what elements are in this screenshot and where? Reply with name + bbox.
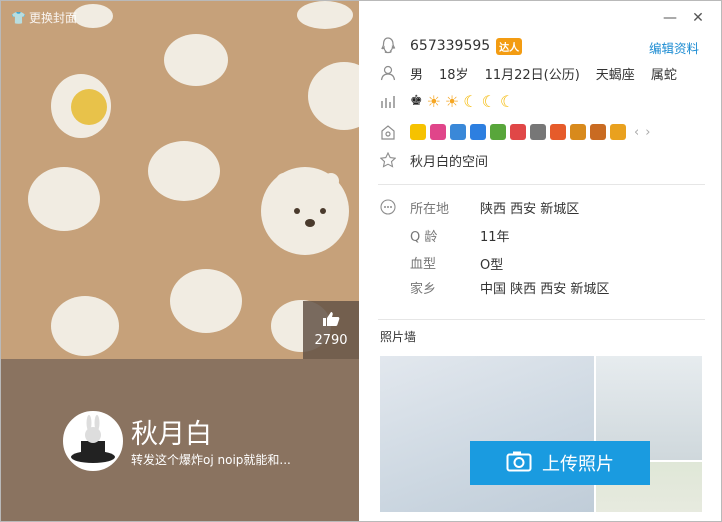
star-icon [378, 150, 398, 170]
shirt-icon: 👕 [11, 10, 26, 25]
services-row: ‹ › [378, 121, 650, 143]
game-service-icon[interactable] [570, 124, 586, 140]
qq-number: 657339595 [410, 38, 491, 54]
avatar[interactable] [63, 411, 123, 471]
chevron-right-icon[interactable]: › [645, 125, 650, 140]
location-row [378, 196, 410, 218]
divider [378, 319, 705, 320]
birthday: 11月22日(公历) [484, 67, 580, 83]
cover-panel: 👕 更换封面 2790 秋月白 转发这个爆炸oj noip就能和... [1, 1, 359, 521]
sun-icon: ☀ [444, 91, 460, 111]
level-row: ♚ ☀ ☀ ☾ ☾ ☾ [378, 90, 514, 112]
hometown-label: 家乡 [410, 282, 437, 297]
info-panel: — ✕ 657339595 达人 编辑资料 男 18岁 11月22日(公历) 天… [360, 1, 721, 521]
like-count: 2790 [314, 333, 348, 348]
qq-row: 657339595 达人 [378, 35, 523, 57]
cow-service-icon[interactable] [530, 124, 546, 140]
change-cover-button[interactable]: 👕 更换封面 [11, 9, 77, 26]
qq-level[interactable]: ♚ ☀ ☀ ☾ ☾ ☾ [410, 92, 514, 111]
close-icon[interactable]: ✕ [689, 9, 707, 27]
constellation: 天蝎座 [595, 67, 635, 83]
photo-wall: 上传照片 [380, 356, 702, 512]
person-icon [378, 63, 398, 83]
eye-service-icon[interactable] [510, 124, 526, 140]
location-value: 陕西 西安 新城区 [480, 202, 580, 217]
moon-icon: ☾ [499, 91, 515, 111]
star-service-icon[interactable] [410, 124, 426, 140]
more-icon[interactable] [378, 197, 398, 217]
level-icon [378, 91, 398, 111]
farm-service-icon[interactable] [490, 124, 506, 140]
like-button[interactable]: 2790 [303, 301, 359, 359]
qq-penguin-icon [378, 36, 398, 56]
photo-service-icon[interactable] [450, 124, 466, 140]
thumb-up-icon [303, 311, 359, 331]
change-cover-label: 更换封面 [28, 11, 77, 25]
edit-profile-link[interactable]: 编辑资料 [649, 38, 699, 57]
chevron-left-icon[interactable]: ‹ [634, 125, 639, 140]
qage-value: 11年 [480, 230, 510, 245]
vip-badge[interactable]: 达人 [496, 37, 523, 55]
age: 18岁 [439, 67, 469, 83]
basic-info-row: 男 18岁 11月22日(公历) 天蝎座 属蛇 [378, 62, 677, 84]
pet-service-icon[interactable] [590, 124, 606, 140]
gender: 男 [410, 67, 424, 83]
photo-thumbnail[interactable] [380, 356, 594, 512]
avatar-service-icon[interactable] [610, 124, 626, 140]
nickname: 秋月白 [131, 419, 212, 450]
divider [378, 184, 705, 185]
location-label: 所在地 [410, 202, 450, 217]
hometown-value: 中国 陕西 西安 新城区 [480, 282, 610, 297]
camera-icon [506, 450, 532, 477]
blood-type-value: O型 [480, 258, 504, 273]
space-row[interactable]: 秋月白的空间 [378, 149, 488, 171]
service-icons [410, 124, 626, 140]
signature[interactable]: 转发这个爆炸oj noip就能和... [131, 451, 291, 468]
crown-icon: ♚ [410, 93, 423, 109]
moon-icon: ☾ [463, 91, 478, 111]
services-icon [378, 122, 398, 142]
minimize-icon[interactable]: — [661, 9, 679, 27]
upload-photo-label: 上传照片 [542, 454, 614, 475]
qzone-link[interactable]: 秋月白的空间 [410, 151, 488, 170]
sun-icon: ☀ [426, 91, 441, 111]
shield-service-icon[interactable] [470, 124, 486, 140]
zodiac: 属蛇 [650, 67, 677, 83]
qage-label: Q 龄 [410, 230, 438, 245]
profile-window: 👕 更换封面 2790 秋月白 转发这个爆炸oj noip就能和... — ✕ … [0, 0, 722, 522]
app-service-icon[interactable] [430, 124, 446, 140]
blood-type-label: 血型 [410, 257, 437, 272]
penguin-service-icon[interactable] [550, 124, 566, 140]
upload-photo-button[interactable]: 上传照片 [470, 441, 650, 485]
moon-icon: ☾ [481, 91, 496, 111]
photo-wall-title: 照片墙 [380, 330, 417, 344]
